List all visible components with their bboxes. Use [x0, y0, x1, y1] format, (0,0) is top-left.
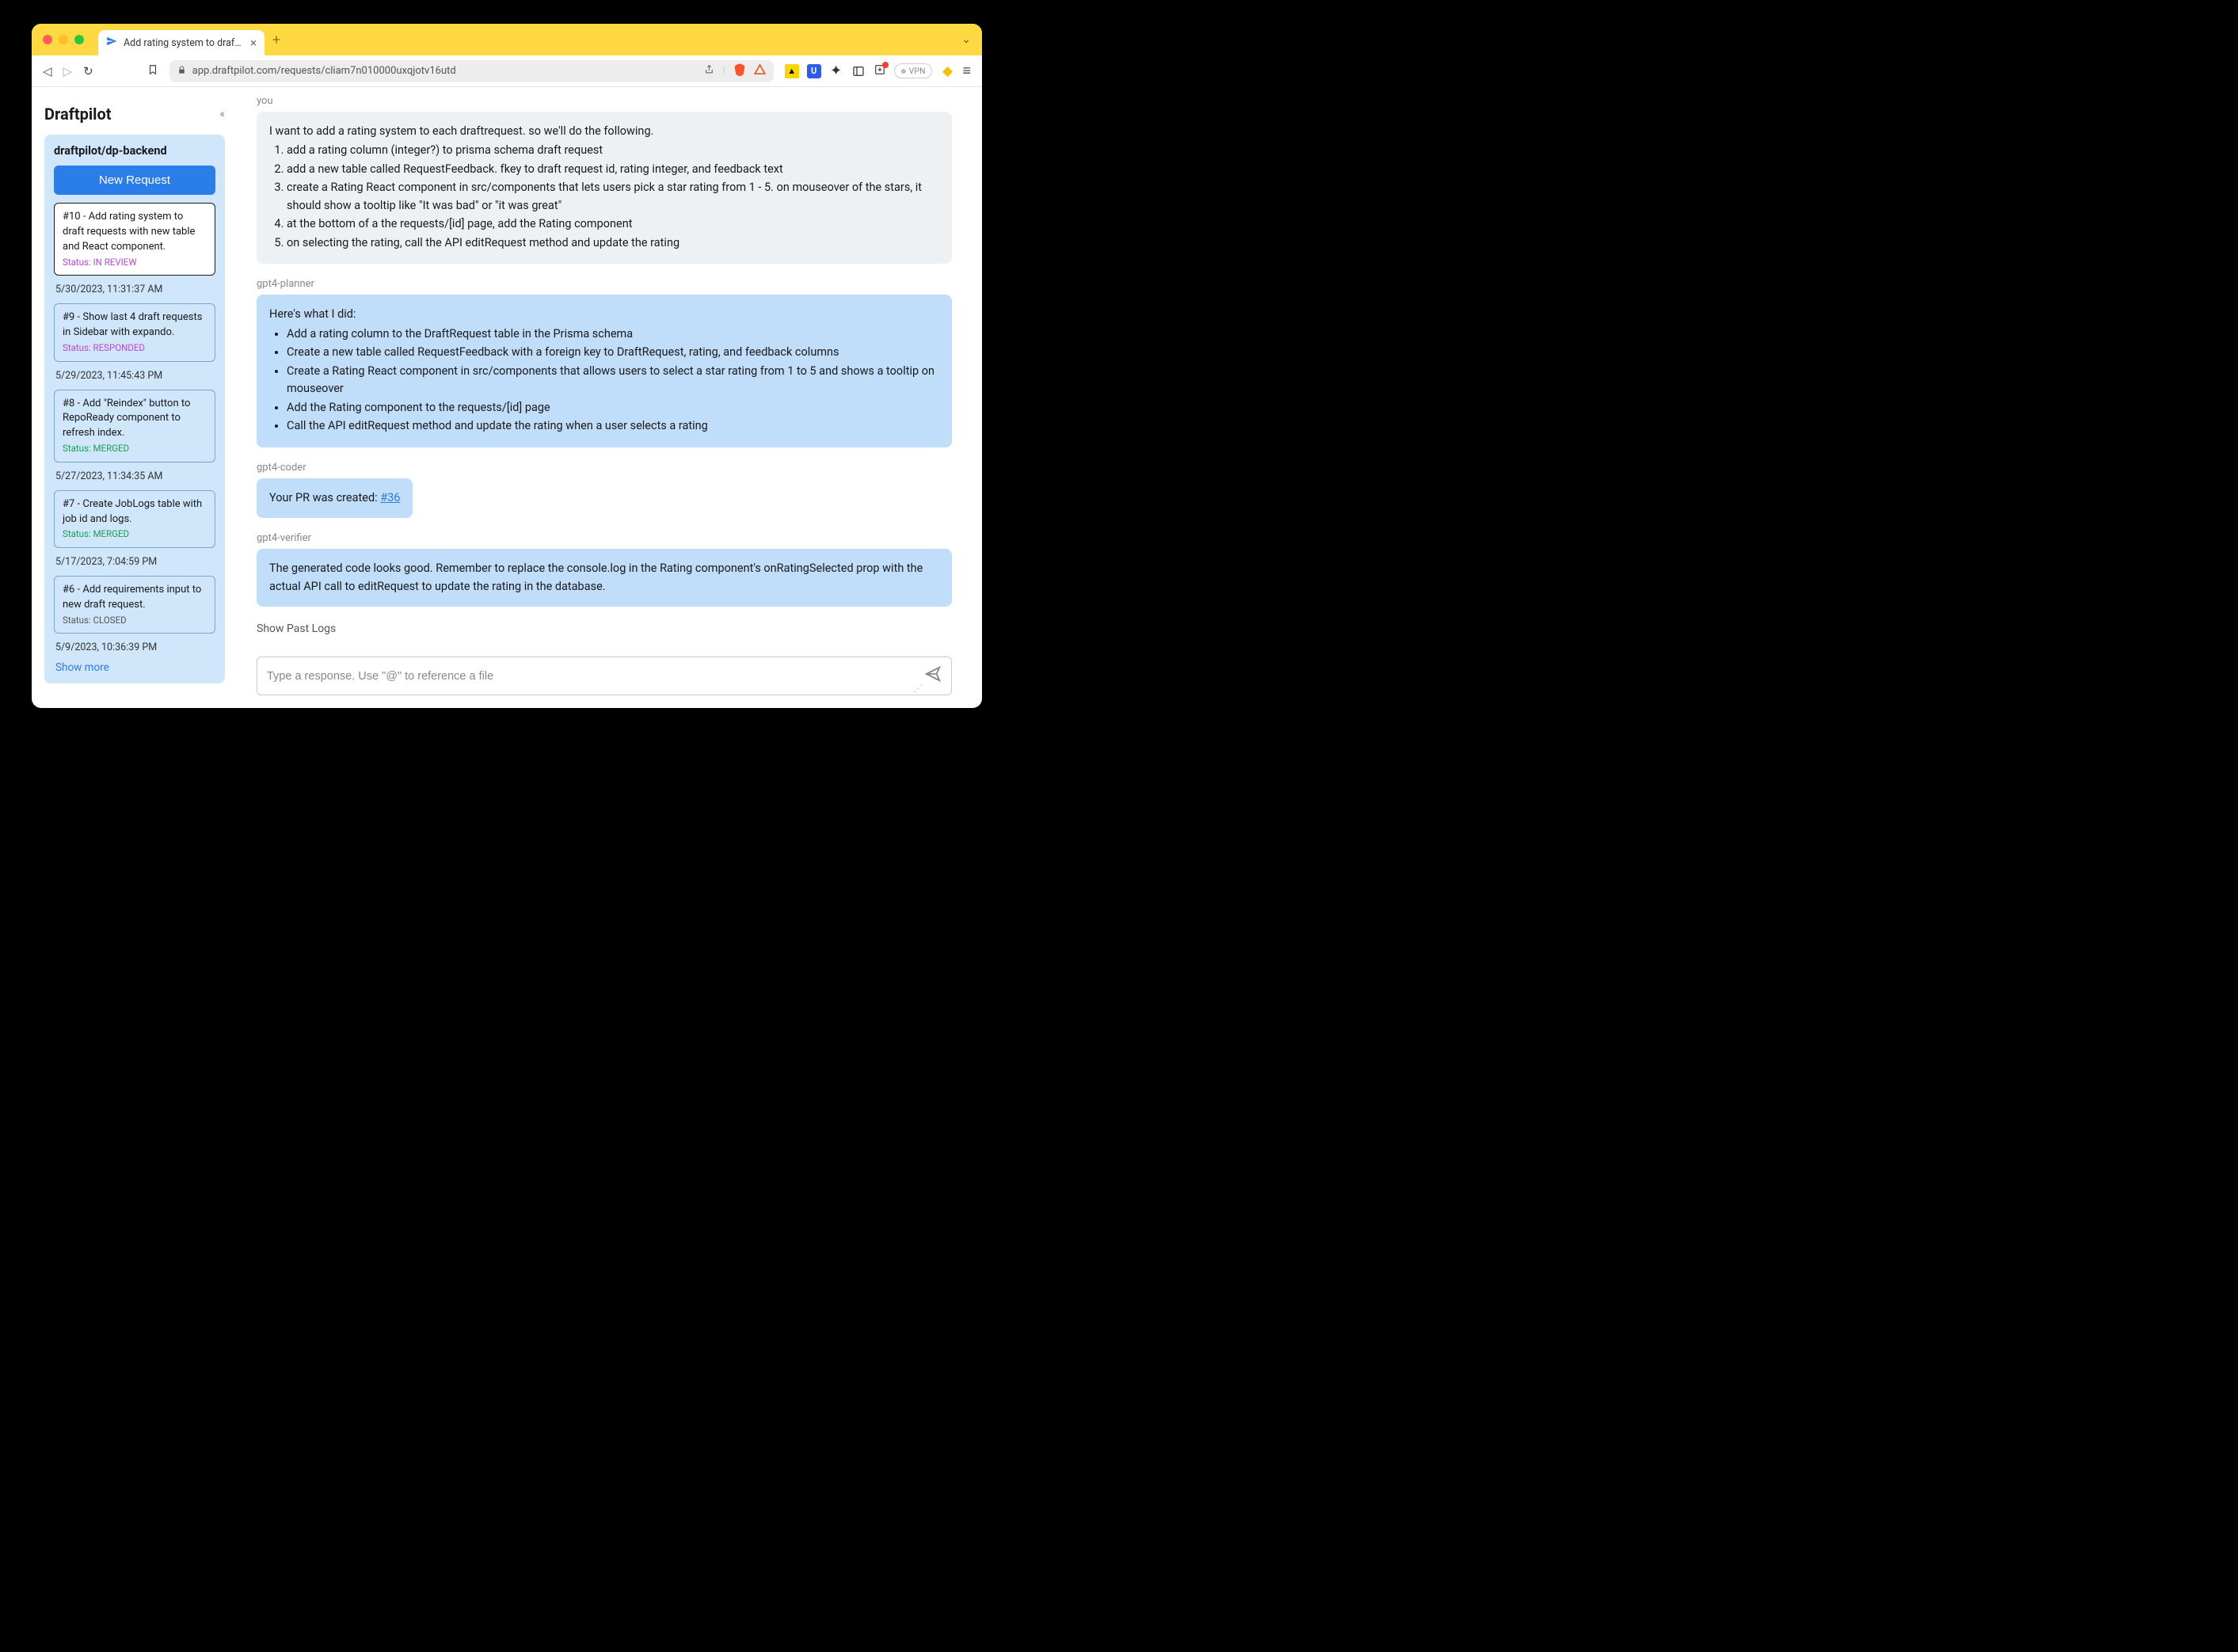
- repo-name[interactable]: draftpilot/dp-backend: [54, 144, 215, 158]
- reload-button[interactable]: ↻: [83, 64, 93, 78]
- pr-link[interactable]: #36: [380, 491, 400, 504]
- message-planner: gpt4-planner Here's what I did: Add a ra…: [257, 278, 952, 447]
- request-card-9[interactable]: #9 - Show last 4 draft requests in Sideb…: [54, 303, 215, 361]
- msg-bubble-planner: Here's what I did: Add a rating column t…: [257, 295, 952, 447]
- collapse-sidebar-icon[interactable]: «: [219, 108, 225, 120]
- share-icon[interactable]: [704, 64, 714, 78]
- request-card-10[interactable]: #10 - Add rating system to draft request…: [54, 203, 215, 276]
- hamburger-icon[interactable]: ≡: [962, 63, 971, 79]
- msg-author: gpt4-planner: [257, 278, 952, 290]
- repo-panel: draftpilot/dp-backend New Request #10 - …: [44, 135, 225, 683]
- msg-bubble-user: I want to add a rating system to each dr…: [257, 112, 952, 264]
- brave-shield-icon[interactable]: [733, 63, 746, 80]
- sidebar: Draftpilot « draftpilot/dp-backend New R…: [32, 87, 238, 708]
- warning-icon[interactable]: [754, 63, 766, 78]
- browser-window: Add rating system to draft requ × + ⌄ ◁ …: [32, 24, 982, 708]
- timestamp: 5/27/2023, 11:34:35 AM: [54, 470, 215, 482]
- url-text: app.draftpilot.com/requests/cliam7n01000…: [192, 65, 698, 77]
- sidebar-toggle-icon[interactable]: [851, 64, 866, 78]
- window-zoom-icon[interactable]: [74, 35, 84, 44]
- msg-author: gpt4-coder: [257, 462, 952, 474]
- address-bar[interactable]: app.draftpilot.com/requests/cliam7n01000…: [169, 60, 774, 82]
- notification-dot: [882, 62, 889, 68]
- window-minimize-icon[interactable]: [59, 35, 68, 44]
- extensions-icon[interactable]: ✦: [829, 64, 843, 78]
- app-content: Draftpilot « draftpilot/dp-backend New R…: [32, 87, 982, 708]
- title-bar: Add rating system to draft requ × + ⌄: [32, 24, 982, 55]
- app-logo[interactable]: Draftpilot: [44, 105, 112, 124]
- window-close-icon[interactable]: [43, 35, 52, 44]
- new-tab-button[interactable]: +: [272, 32, 280, 48]
- paperplane-icon: [106, 36, 117, 50]
- show-more-link[interactable]: Show more: [54, 661, 215, 674]
- request-card-7[interactable]: #7 - Create JobLogs table with job id an…: [54, 490, 215, 548]
- msg-bubble-verifier: The generated code looks good. Remember …: [257, 549, 952, 607]
- bookmark-icon[interactable]: [147, 64, 158, 78]
- main-content: you I want to add a rating system to eac…: [238, 87, 982, 708]
- traffic-lights: [43, 35, 84, 44]
- ext-icon-1[interactable]: ▲: [785, 64, 799, 78]
- msg-author: gpt4-verifier: [257, 532, 952, 544]
- close-icon[interactable]: ×: [250, 36, 257, 50]
- profile-icon[interactable]: ◆: [940, 64, 954, 78]
- tab-list-chevron-icon[interactable]: ⌄: [961, 33, 971, 46]
- show-past-logs-link[interactable]: Show Past Logs: [257, 622, 952, 635]
- timestamp: 5/9/2023, 10:36:39 PM: [54, 641, 215, 653]
- msg-bubble-coder: Your PR was created: #36: [257, 478, 413, 518]
- new-request-button[interactable]: New Request: [54, 166, 215, 195]
- timestamp: 5/30/2023, 11:31:37 AM: [54, 284, 215, 295]
- lock-icon: [177, 66, 186, 77]
- toolbar-right: ▲ U ✦ VPN ◆ ≡: [785, 63, 971, 79]
- request-card-6[interactable]: #6 - Add requirements input to new draft…: [54, 576, 215, 634]
- message-user: you I want to add a rating system to eac…: [257, 95, 952, 264]
- ext-icon-2[interactable]: U: [807, 64, 821, 78]
- url-bar: ◁ ▷ ↻ app.draftpilot.com/requests/cliam7…: [32, 55, 982, 87]
- msg-author: you: [257, 95, 952, 107]
- send-button[interactable]: [924, 665, 942, 687]
- timestamp: 5/17/2023, 7:04:59 PM: [54, 556, 215, 568]
- resize-handle-icon[interactable]: ⋰: [913, 686, 923, 691]
- message-verifier: gpt4-verifier The generated code looks g…: [257, 532, 952, 607]
- forward-button[interactable]: ▷: [63, 64, 73, 78]
- tab-title: Add rating system to draft requ: [124, 37, 244, 49]
- back-button[interactable]: ◁: [43, 64, 52, 78]
- download-icon[interactable]: [874, 63, 886, 79]
- request-card-8[interactable]: #8 - Add "Reindex" button to RepoReady c…: [54, 390, 215, 462]
- timestamp: 5/29/2023, 11:45:43 PM: [54, 370, 215, 382]
- browser-tab[interactable]: Add rating system to draft requ ×: [98, 30, 265, 55]
- composer: ⋰: [257, 657, 952, 695]
- message-coder: gpt4-coder Your PR was created: #36: [257, 462, 952, 518]
- vpn-button[interactable]: VPN: [894, 63, 933, 78]
- response-input[interactable]: [267, 670, 924, 683]
